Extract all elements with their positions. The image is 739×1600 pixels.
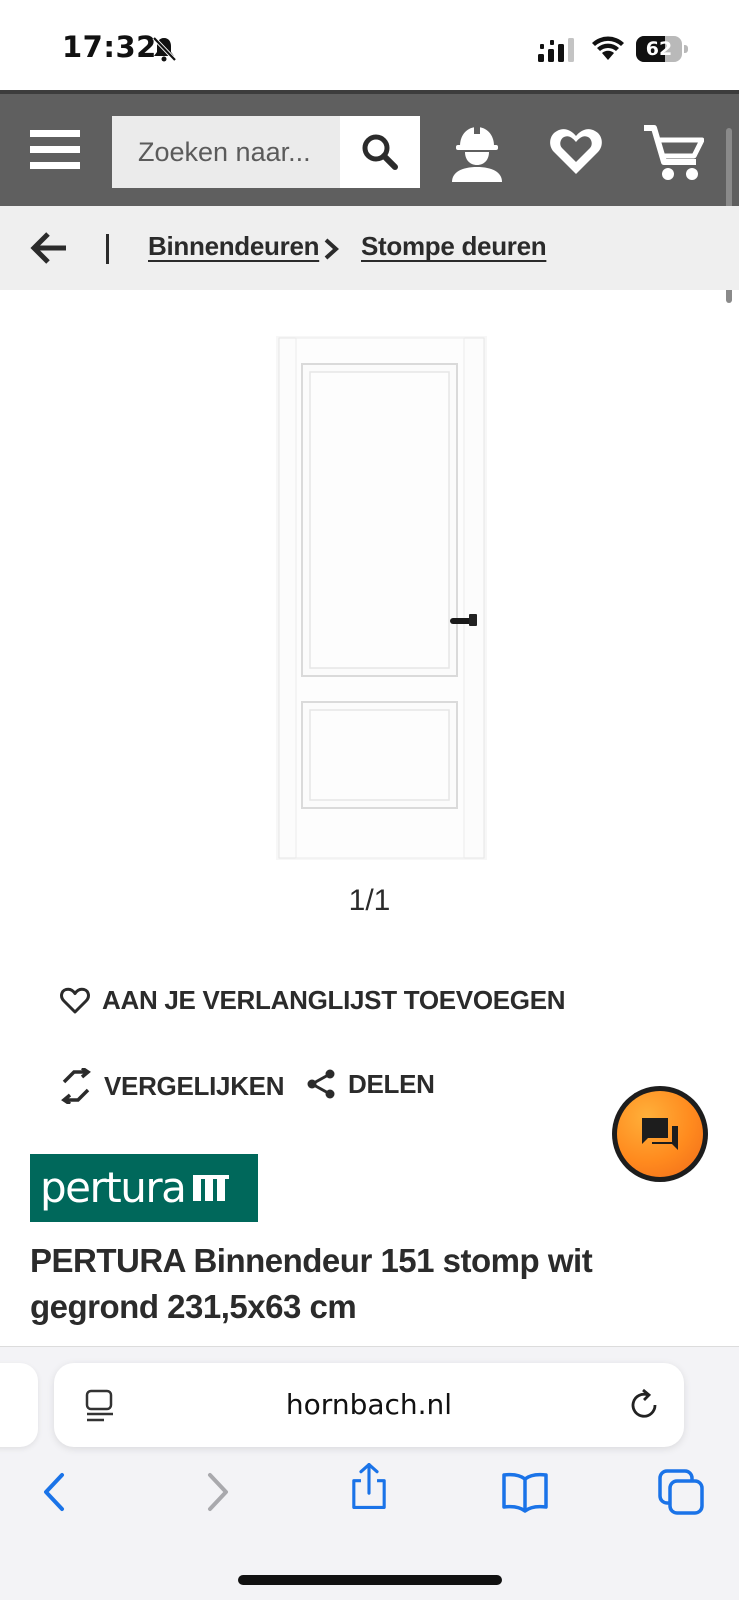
compare-icon [61,1068,91,1104]
search-icon [362,134,398,170]
share-icon [307,1069,335,1099]
chat-button[interactable] [612,1086,708,1182]
image-counter: 1/1 [348,884,391,917]
search-input[interactable] [112,116,340,188]
product-image[interactable] [276,336,487,860]
share-label: DELEN [348,1068,435,1099]
chevron-right-icon [324,238,339,260]
address-bar[interactable]: hornbach.nl [54,1363,684,1447]
back-arrow-icon[interactable] [28,228,70,268]
battery-icon: 62 [636,36,688,62]
brand-name: pertura [40,1163,187,1212]
add-to-wishlist-button[interactable]: AAN JE VERLANGLIJST TOEVOEGEN [60,985,566,1016]
add-to-wishlist-label: AAN JE VERLANGLIJST TOEVOEGEN [102,985,566,1015]
tabs-icon[interactable] [656,1467,706,1517]
breadcrumb-stompe-deuren[interactable]: Stompe deuren [361,231,547,262]
compare-label: VERGELIJKEN [104,1070,285,1101]
product-title: PERTURA Binnendeur 151 stomp wit gegrond… [30,1242,593,1325]
previous-tab-preview[interactable] [0,1363,38,1447]
menu-icon[interactable] [28,124,82,176]
battery-level: 62 [645,38,673,60]
home-indicator[interactable] [238,1575,502,1585]
heart-icon[interactable] [548,124,604,180]
chat-icon [642,1118,678,1150]
status-time: 17:32 [62,30,157,64]
brand-mark-icon [193,1175,230,1201]
bookmarks-icon[interactable] [500,1467,550,1517]
share-button[interactable]: DELEN [306,1068,435,1100]
brand-logo[interactable]: pertura [30,1154,258,1222]
forward-icon[interactable] [190,1467,240,1517]
breadcrumb-binnendeuren[interactable]: Binnendeuren [148,231,320,262]
search-button[interactable] [340,116,420,188]
reload-icon[interactable] [626,1387,662,1423]
browser-toolbar: hornbach.nl [0,1346,739,1600]
url-text: hornbach.nl [285,1388,453,1421]
share-page-icon[interactable] [344,1461,394,1511]
compare-button[interactable]: VERGELIJKEN [60,1068,284,1104]
back-icon[interactable] [32,1467,82,1517]
bell-slash-icon [152,36,177,62]
worker-icon[interactable] [446,122,508,184]
site-header [0,90,739,206]
cart-icon[interactable] [642,122,704,184]
heart-outline-icon [60,987,90,1013]
breadcrumb: Binnendeuren Stompe deuren [0,206,739,290]
signal-icon [538,38,574,62]
status-bar: 17:32 62 [0,0,739,90]
breadcrumb-divider [106,234,109,264]
wifi-icon [592,36,624,60]
search-box [112,116,420,188]
